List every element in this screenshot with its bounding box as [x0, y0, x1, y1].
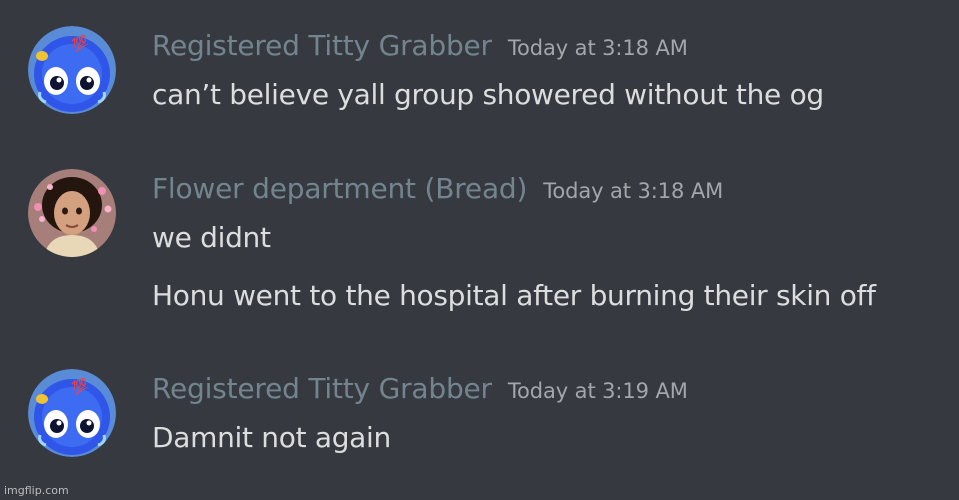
author-name[interactable]: Registered Titty Grabber Today at 3:18 AM — [152, 29, 688, 65]
author-name-text[interactable]: Registered Titty Grabber — [152, 29, 492, 62]
message-line: we didnt — [152, 221, 271, 254]
user-avatar[interactable]: 💯 — [28, 26, 116, 114]
author-name-text[interactable]: Flower department (Bread) — [152, 172, 527, 205]
user-avatar[interactable] — [28, 169, 116, 257]
message-line: can’t believe yall group showered withou… — [152, 78, 824, 111]
message-line: Honu went to the hospital after burning … — [152, 279, 876, 312]
blue-emoji-avatar-icon: 💯 — [28, 369, 116, 457]
chat-log: 💯 Registered Titty Grabber Today at 3:18 … — [0, 0, 959, 500]
timestamp: Today at 3:18 AM — [543, 179, 724, 203]
blue-emoji-avatar-icon: 💯 — [28, 26, 116, 114]
author-name[interactable]: Flower department (Bread) Today at 3:18 A… — [152, 172, 723, 208]
timestamp: Today at 3:19 AM — [507, 379, 688, 403]
timestamp: Today at 3:18 AM — [507, 36, 688, 60]
author-name-text[interactable]: Registered Titty Grabber — [152, 372, 492, 405]
message-line: Damnit not again — [152, 421, 391, 454]
watermark: imgflip.com — [4, 484, 69, 497]
user-avatar[interactable]: 💯 — [28, 369, 116, 457]
author-name[interactable]: Registered Titty Grabber Today at 3:19 AM — [152, 372, 688, 408]
animated-character-avatar-icon — [28, 169, 116, 257]
